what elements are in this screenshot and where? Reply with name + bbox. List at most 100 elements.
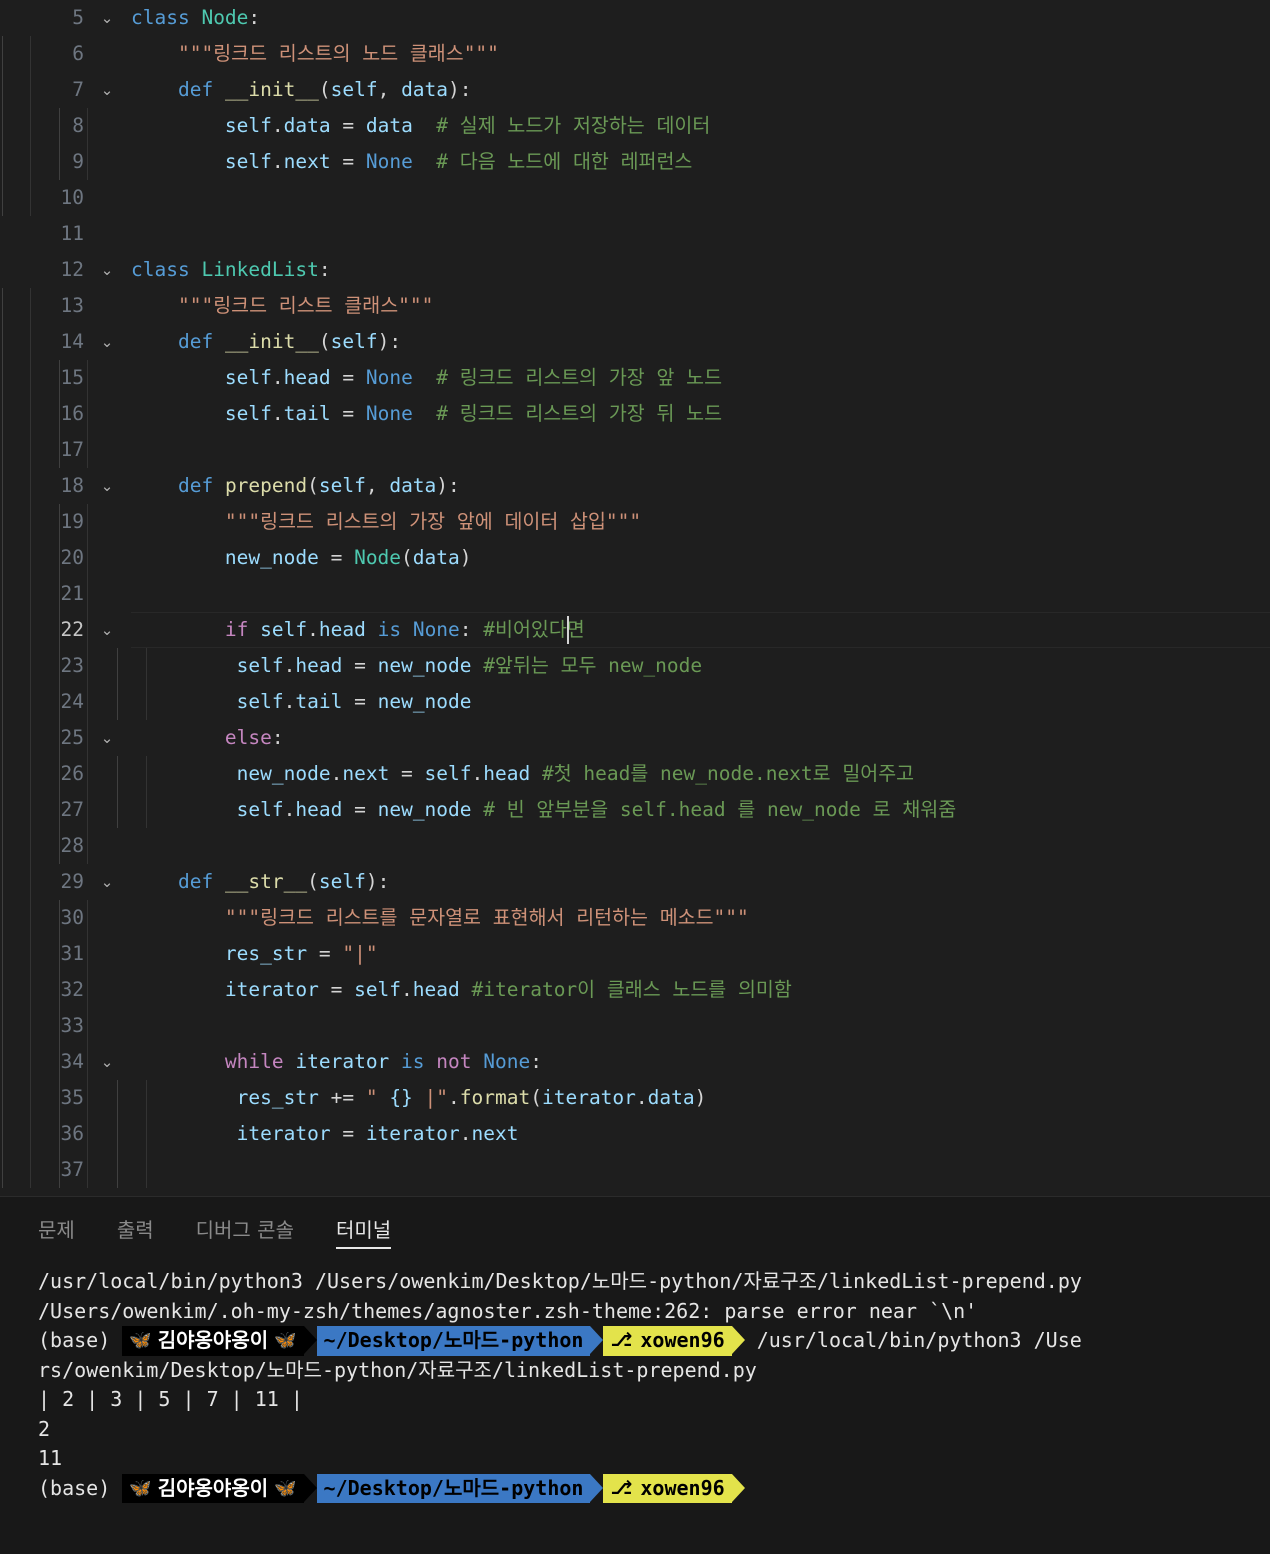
code-line[interactable]: 8 self.data = data # 실제 노드가 저장하는 데이터 [0,108,1270,144]
indent-guide [2,1080,3,1116]
code-line[interactable]: 19 """링크드 리스트의 가장 앞에 데이터 삽입""" [0,504,1270,540]
line-number: 25 [60,726,84,749]
code-line[interactable]: 26 new_node.next = self.head #첫 head를 ne… [0,756,1270,792]
indent-guide [2,540,3,576]
indent-guide [87,108,88,144]
line-number: 11 [60,222,84,245]
terminal-text: | 2 | 3 | 5 | 7 | 11 | [38,1387,303,1411]
panel-tab-2[interactable]: 출력 [117,1197,154,1259]
panel-tab-bar[interactable]: 문제 출력 디버그 콘솔 터미널 [0,1197,1270,1259]
code-line[interactable]: 33 [0,1008,1270,1044]
code-line[interactable]: 7 ⌄ def __init__(self, data): [0,72,1270,108]
terminal-command-text: /usr/local/bin/python3 /Use [744,1328,1082,1352]
code-lines-container[interactable]: 5 ⌄ class Node: 6 """링크드 리스트의 노드 클래스""" 7 ⌄ d… [0,0,1270,1188]
code-line[interactable]: 27 self.head = new_node # 빈 앞부분을 self.he… [0,792,1270,828]
chevron-down-icon[interactable]: ⌄ [96,324,118,360]
code-line[interactable]: 21 [0,576,1270,612]
code-text: while iterator is not None: [224,1050,542,1073]
prompt-git-segment: ⎇ xowen96 [603,1326,732,1356]
code-line[interactable]: 23 self.head = new_node #앞뒤는 모두 new_node [0,648,1270,684]
indent-guide [30,1152,31,1188]
chevron-down-icon[interactable]: ⌄ [96,72,118,108]
chevron-down-icon[interactable]: ⌄ [96,612,118,648]
indent-guide [30,756,31,792]
vscode-window: 5 ⌄ class Node: 6 """링크드 리스트의 노드 클래스""" 7 ⌄ d… [0,0,1270,1554]
chevron-down-icon[interactable]: ⌄ [96,0,118,36]
code-line[interactable]: 30 """링크드 리스트를 문자열로 표현해서 리턴하는 메소드""" [0,900,1270,936]
code-line[interactable]: 6 """링크드 리스트의 노드 클래스""" [0,36,1270,72]
indent-guide [2,1008,3,1044]
panel-tab-3[interactable]: 디버그 콘솔 [196,1197,294,1259]
code-text: """링크드 리스트를 문자열로 표현해서 리턴하는 메소드""" [224,906,749,929]
line-number: 35 [60,1086,84,1109]
code-line[interactable]: 5 ⌄ class Node: [0,0,1270,36]
indent-guide [2,1044,3,1080]
code-line[interactable]: 9 self.next = None # 다음 노드에 대한 레퍼런스 [0,144,1270,180]
code-line[interactable]: 17 [0,432,1270,468]
indent-guide [2,648,3,684]
code-line[interactable]: 13 """링크드 리스트 클래스""" [0,288,1270,324]
indent-guide [59,1152,60,1188]
chevron-down-icon[interactable]: ⌄ [96,1044,118,1080]
chevron-down-icon[interactable]: ⌄ [96,468,118,504]
code-line[interactable]: 20 new_node = Node(data) [0,540,1270,576]
code-text: self.data = data # 실제 노드가 저장하는 데이터 [224,114,711,137]
terminal-text: rs/owenkim/Desktop/노마드-python/자료구조/linke… [38,1357,757,1382]
indent-guide [59,756,60,792]
chevron-down-icon[interactable]: ⌄ [96,720,118,756]
code-line[interactable]: 15 self.head = None # 링크드 리스트의 가장 앞 노드 [0,360,1270,396]
code-line[interactable]: 28 [0,828,1270,864]
code-line[interactable]: 18 ⌄ def prepend(self, data): [0,468,1270,504]
code-text: def prepend(self, data): [177,474,460,497]
terminal-output[interactable]: /usr/local/bin/python3 /Use rs/owenkim/De… [0,1259,1270,1554]
code-text: res_str = "|" [224,942,378,965]
line-number: 30 [60,906,84,929]
code-line[interactable]: 24 self.tail = new_node [0,684,1270,720]
indent-guide [2,36,3,72]
code-line[interactable]: 16 self.tail = None # 링크드 리스트의 가장 뒤 노드 [0,396,1270,432]
code-line[interactable]: 34 ⌄ while iterator is not None: [0,1044,1270,1080]
panel-tab-4[interactable]: 터미널 [335,1197,392,1259]
indent-guide [30,648,31,684]
indent-guide [2,288,3,324]
indent-guide [2,576,3,612]
terminal-line: | 2 | 3 | 5 | 7 | 11 | [38,1385,1270,1415]
code-line[interactable]: 25 ⌄ else: [0,720,1270,756]
code-line[interactable]: 14 ⌄ def __init__(self): [0,324,1270,360]
code-text: if self.head is None: #비어있다면 [224,618,597,641]
indent-guide [87,1044,88,1080]
code-line[interactable]: 22 ⌄ if self.head is None: #비어있다면 [0,612,1270,648]
code-line[interactable]: 37 [0,1152,1270,1188]
line-number: 5 [72,6,84,29]
panel-tab-1[interactable]: 문제 [38,1197,75,1259]
git-branch-icon: ⎇ [610,1476,633,1499]
indent-guide [30,144,31,180]
line-number: 27 [60,798,84,821]
line-number: 12 [60,258,84,281]
indent-guide [2,936,3,972]
prompt-path-segment: ~/Desktop/노마드-python [316,1326,591,1356]
indent-guide [30,324,31,360]
indent-guide [30,468,31,504]
line-number: 29 [60,870,84,893]
code-line[interactable]: 10 [0,180,1270,216]
indent-guide [30,900,31,936]
code-line[interactable]: 11 [0,216,1270,252]
chevron-down-icon[interactable]: ⌄ [96,252,118,288]
code-text: def __str__(self): [177,870,390,893]
code-editor[interactable]: 5 ⌄ class Node: 6 """링크드 리스트의 노드 클래스""" 7 ⌄ d… [0,0,1270,1196]
code-line[interactable]: 31 res_str = "|" [0,936,1270,972]
indent-guide [2,972,3,1008]
code-text: self.tail = None # 링크드 리스트의 가장 뒤 노드 [224,402,723,425]
code-line[interactable]: 12 ⌄ class LinkedList: [0,252,1270,288]
chevron-down-icon[interactable]: ⌄ [96,864,118,900]
indent-guide [30,1116,31,1152]
code-text: iterator = self.head #iterator이 클래스 노드를 … [224,978,792,1001]
code-line[interactable]: 32 iterator = self.head #iterator이 클래스 노… [0,972,1270,1008]
indent-guide [2,432,3,468]
code-line[interactable]: 36 iterator = iterator.next [0,1116,1270,1152]
code-text: self.next = None # 다음 노드에 대한 레퍼런스 [224,150,693,173]
code-line[interactable]: 35 res_str += " {} |".format(iterator.da… [0,1080,1270,1116]
indent-guide [2,864,3,900]
code-line[interactable]: 29 ⌄ def __str__(self): [0,864,1270,900]
